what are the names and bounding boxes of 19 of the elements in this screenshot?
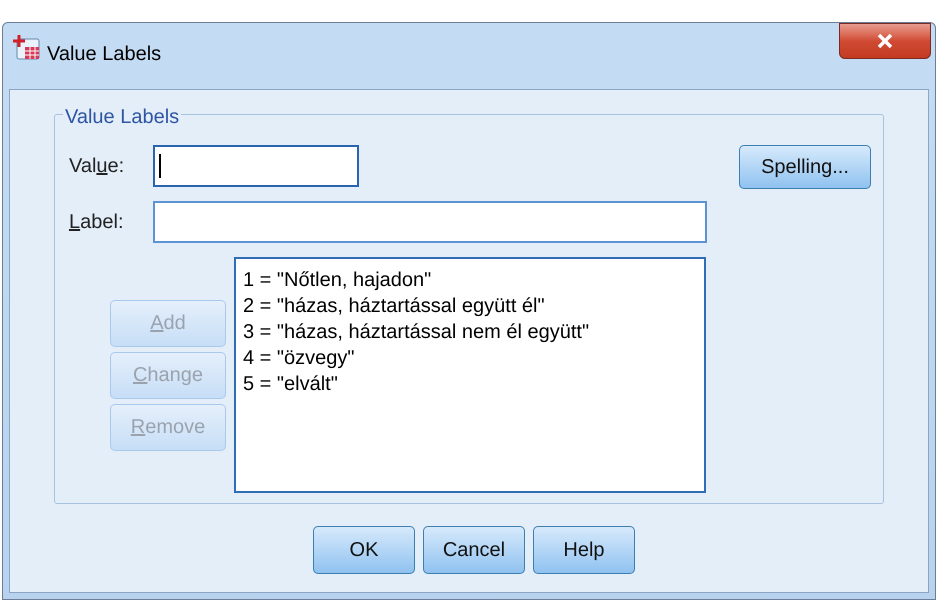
list-item[interactable]: 3 = "házas, háztartással nem él együtt" — [243, 319, 704, 345]
spelling-button[interactable]: Spelling... — [739, 145, 871, 189]
dialog-button[interactable]: Cancel — [423, 526, 525, 574]
input-field[interactable] — [153, 201, 707, 243]
list-item[interactable]: 4 = "özvegy" — [243, 345, 704, 371]
list-item[interactable]: 5 = "elvált" — [243, 371, 704, 397]
labels-listbox[interactable]: 1 = "Nőtlen, hajadon" 2 = "házas, háztartással együtt él" 3 = "házas, háztartással nem él együtt" 4 = "özvegy" 5 = "elvált" — [234, 257, 706, 493]
field-label: Label: — [69, 210, 124, 235]
close-button[interactable] — [839, 23, 931, 59]
field-label: Value: — [69, 154, 126, 179]
dialog-button[interactable]: Help — [533, 526, 635, 574]
close-icon — [876, 33, 894, 49]
list-item[interactable]: 2 = "házas, háztartással együtt él" — [243, 293, 704, 319]
input-field[interactable] — [153, 145, 359, 187]
table-icon — [11, 33, 41, 61]
text-cursor — [159, 154, 161, 178]
dialog-button[interactable]: OK — [313, 526, 415, 574]
window-title: Value Labels — [47, 42, 162, 67]
list-item[interactable]: 1 = "Nőtlen, hajadon" — [243, 267, 704, 293]
